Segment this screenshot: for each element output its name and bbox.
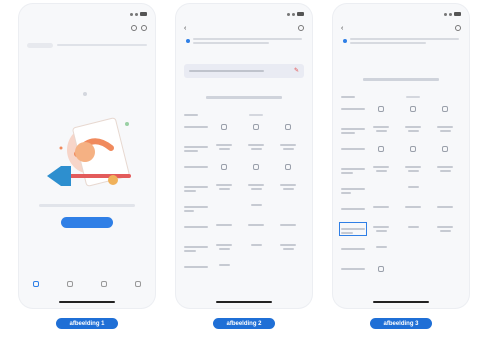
home-indicator (373, 301, 429, 303)
back-icon[interactable]: ‹ (184, 25, 186, 32)
option-icon[interactable] (410, 106, 416, 112)
option-icon[interactable] (221, 124, 227, 130)
option-icon[interactable] (378, 106, 384, 112)
info-icon (186, 39, 190, 43)
field-value (189, 70, 264, 72)
filter-divider (57, 44, 147, 46)
smart-icon (101, 281, 107, 287)
option-icon[interactable] (378, 266, 384, 272)
name-field[interactable]: ✎ (184, 64, 304, 78)
top-bar: ‹ (176, 22, 312, 34)
section-title (206, 96, 282, 99)
option-icon[interactable] (410, 146, 416, 152)
option-icon[interactable] (285, 164, 291, 170)
battery-icon (454, 12, 461, 16)
option-icon[interactable] (442, 146, 448, 152)
top-bar: ‹ (333, 22, 469, 34)
status-bar (27, 10, 147, 18)
caption-1: afbeelding 1 (56, 318, 118, 329)
home-indicator (59, 301, 115, 303)
battery-icon (140, 12, 147, 16)
info-notice (186, 38, 302, 52)
top-bar (19, 22, 155, 34)
profile-icon (135, 281, 141, 287)
tab-smart[interactable] (101, 281, 107, 289)
option-icon[interactable] (285, 124, 291, 130)
home-indicator (216, 301, 272, 303)
option-icon[interactable] (378, 146, 384, 152)
battery-icon (297, 12, 304, 16)
status-icons (130, 12, 147, 16)
more-icon[interactable] (455, 25, 461, 31)
scene-icon (67, 281, 73, 287)
info-notice (343, 38, 459, 52)
tab-scenes[interactable] (67, 281, 73, 289)
info-icon (343, 39, 347, 43)
empty-state-illustration (47, 117, 131, 187)
empty-state-text (39, 204, 135, 207)
option-icon[interactable] (221, 164, 227, 170)
settings-grid (339, 90, 461, 284)
wifi-icon (292, 12, 295, 16)
caption-3: afbeelding 3 (370, 318, 432, 329)
signal-icon (444, 12, 447, 16)
section-title (363, 78, 439, 81)
filter-chip[interactable] (27, 42, 53, 48)
loading-dot (83, 92, 87, 96)
screenshot-3: ‹ (333, 4, 469, 308)
home-icon (33, 281, 39, 287)
caption-2: afbeelding 2 (213, 318, 275, 329)
add-device-button[interactable] (61, 217, 113, 228)
tab-bar (19, 276, 155, 294)
status-bar (184, 10, 304, 18)
wifi-icon (135, 12, 138, 16)
signal-icon (287, 12, 290, 16)
status-bar (341, 10, 461, 18)
add-icon[interactable] (141, 25, 147, 31)
tab-profile[interactable] (135, 281, 141, 289)
settings-grid (184, 108, 304, 282)
option-icon[interactable] (253, 164, 259, 170)
tab-home[interactable] (33, 281, 39, 289)
selected-setting[interactable] (339, 222, 367, 236)
back-icon[interactable]: ‹ (341, 25, 343, 32)
search-icon[interactable] (131, 25, 137, 31)
wifi-icon (449, 12, 452, 16)
option-icon[interactable] (442, 106, 448, 112)
signal-icon (130, 12, 133, 16)
option-icon[interactable] (253, 124, 259, 130)
screenshot-2: ‹ ✎ (176, 4, 312, 308)
more-icon[interactable] (298, 25, 304, 31)
screenshot-1 (19, 4, 155, 308)
filter-row[interactable] (27, 40, 147, 50)
edit-icon[interactable]: ✎ (294, 68, 299, 74)
